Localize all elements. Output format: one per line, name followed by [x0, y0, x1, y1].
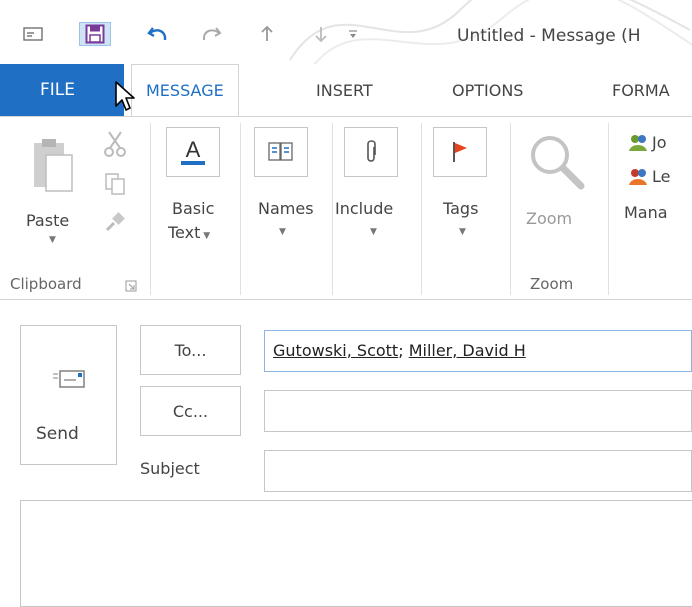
- cc-field[interactable]: [264, 390, 692, 432]
- group-separator: [332, 123, 333, 295]
- subject-label: Subject: [140, 459, 200, 478]
- font-color-icon: A: [181, 137, 205, 165]
- copy-icon: [105, 173, 125, 195]
- join-item-icon: [626, 131, 650, 155]
- ribbon-tabs: FILE MESSAGE INSERT OPTIONS FORMA: [0, 64, 692, 116]
- tab-options[interactable]: OPTIONS: [452, 64, 523, 116]
- group-separator: [150, 123, 151, 295]
- format-painter-button[interactable]: [102, 209, 128, 235]
- message-body[interactable]: [20, 500, 692, 607]
- redo-button[interactable]: [196, 22, 226, 46]
- ribbon: Paste ▼ Clipboard A Basic Text ▼ Names ▼…: [0, 116, 692, 300]
- scissors-icon: [104, 131, 126, 157]
- cut-button[interactable]: [100, 129, 130, 159]
- leave-item-icon: [626, 165, 650, 189]
- send-button[interactable]: [20, 325, 117, 465]
- group-separator: [240, 123, 241, 295]
- include-dropdown-icon: ▼: [370, 227, 377, 237]
- svg-text:A: A: [186, 137, 201, 162]
- cc-button[interactable]: Cc...: [140, 386, 241, 436]
- copy-button[interactable]: [102, 171, 128, 197]
- paste-icon: [34, 139, 73, 192]
- paste-dropdown-icon[interactable]: ▼: [49, 235, 56, 245]
- paperclip-icon: [367, 140, 376, 162]
- basic-text-button[interactable]: A: [166, 127, 220, 177]
- tab-file[interactable]: FILE: [0, 64, 124, 116]
- save-button[interactable]: [79, 22, 111, 46]
- include-label: Include: [335, 199, 394, 218]
- arrow-down-icon: [315, 27, 327, 43]
- names-dropdown-icon: ▼: [279, 227, 286, 237]
- paste-label: Paste: [26, 211, 70, 230]
- clipboard-group-label: Clipboard: [10, 275, 82, 293]
- basic-text-label-line2: Text ▼: [168, 223, 211, 242]
- send-label: Send: [36, 424, 79, 444]
- names-button[interactable]: [254, 127, 308, 177]
- next-item-button[interactable]: [309, 22, 333, 46]
- undo-button[interactable]: [143, 22, 173, 46]
- tab-format[interactable]: FORMA: [612, 64, 670, 116]
- recipient-chip[interactable]: Miller, David H: [409, 341, 526, 360]
- include-button[interactable]: [344, 127, 398, 177]
- join-item-label[interactable]: Jo: [652, 133, 667, 153]
- leave-item-label[interactable]: Le: [652, 167, 670, 187]
- arrow-up-icon: [261, 25, 273, 41]
- mouse-pointer-icon: [115, 81, 135, 111]
- group-separator: [421, 123, 422, 295]
- tags-label: Tags: [443, 199, 479, 218]
- tab-message[interactable]: MESSAGE: [131, 64, 239, 116]
- group-separator: [510, 123, 511, 295]
- magnifier-icon: [531, 136, 585, 190]
- group-separator: [608, 123, 609, 295]
- customize-icon: [349, 30, 357, 38]
- tags-button[interactable]: [433, 127, 487, 177]
- send-icon: [52, 366, 86, 392]
- tags-dropdown-icon: ▼: [459, 227, 466, 237]
- save-icon: [85, 24, 105, 44]
- to-button[interactable]: To...: [140, 325, 241, 375]
- window-title: Untitled - Message (H: [457, 26, 641, 46]
- subject-field[interactable]: [264, 450, 692, 492]
- basic-text-label-line1: Basic: [172, 199, 215, 218]
- address-book-icon: [268, 142, 293, 161]
- recipient-list: Gutowski, Scott; Miller, David H: [273, 341, 526, 360]
- zoom-label: Zoom: [526, 209, 573, 228]
- recipient-separator: ;: [398, 341, 409, 360]
- zoom-button[interactable]: [524, 129, 588, 193]
- recipient-chip[interactable]: Gutowski, Scott: [273, 341, 398, 360]
- undo-icon: [147, 27, 167, 41]
- flag-icon: [453, 142, 467, 162]
- format-painter-icon: [105, 212, 125, 232]
- clipboard-launcher-button[interactable]: [124, 279, 138, 293]
- message-window-icon[interactable]: [18, 22, 48, 46]
- previous-item-button[interactable]: [255, 22, 279, 46]
- names-label: Names: [258, 199, 314, 218]
- customize-quick-access-button[interactable]: [344, 22, 362, 46]
- redo-icon: [202, 27, 222, 41]
- tab-insert[interactable]: INSERT: [316, 64, 373, 116]
- zoom-group-label: Zoom: [530, 275, 574, 293]
- manage-label[interactable]: Mana: [624, 203, 668, 223]
- dialog-launcher-icon: [125, 280, 137, 292]
- paste-button[interactable]: [27, 133, 77, 195]
- title-bar: Untitled - Message (H: [0, 0, 692, 64]
- to-field[interactable]: Gutowski, Scott; Miller, David H: [264, 330, 692, 372]
